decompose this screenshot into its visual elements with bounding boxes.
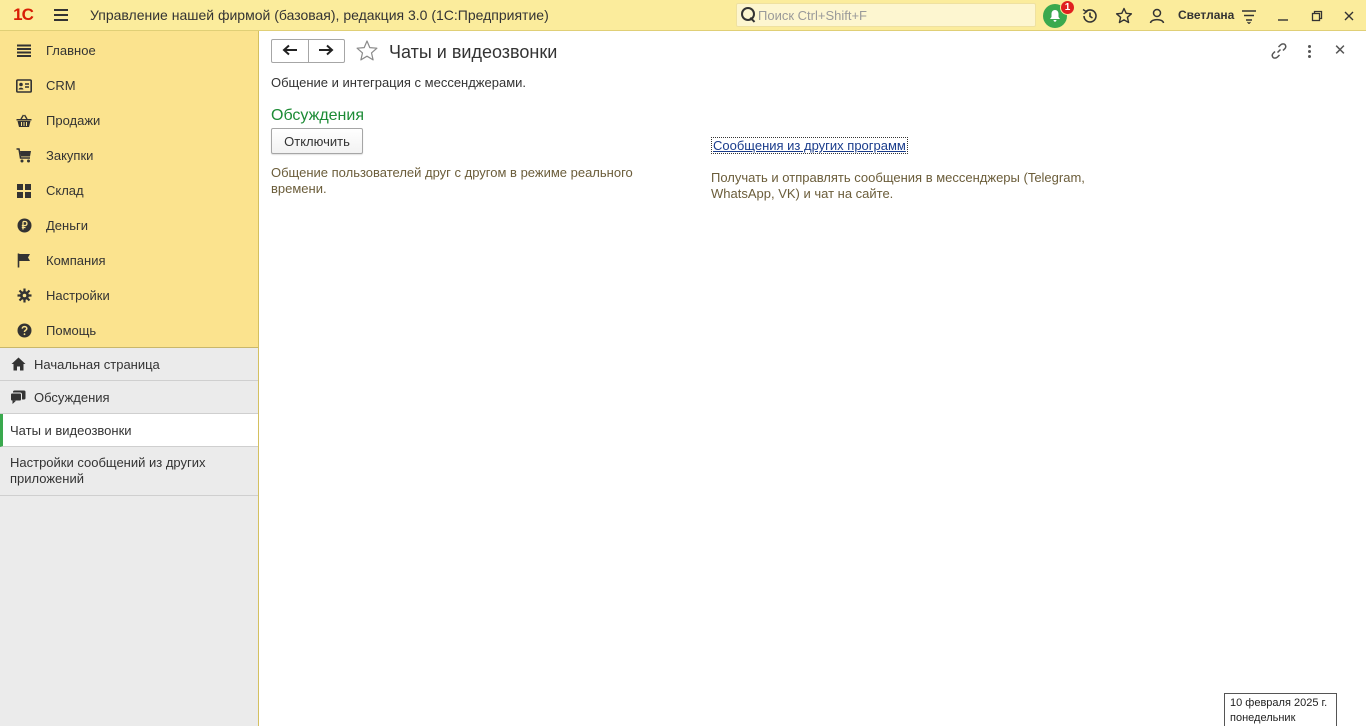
restore-icon[interactable]: [1307, 0, 1327, 31]
other-apps-description: Получать и отправлять сообщения в мессен…: [711, 170, 1085, 201]
back-button[interactable]: [272, 40, 308, 62]
more-actions-icon[interactable]: [1302, 42, 1316, 60]
weekday-text: понедельник: [1230, 712, 1296, 724]
app-logo-text: 1С: [13, 5, 34, 24]
section-label: Главное: [46, 43, 96, 58]
date-text: 10 февраля 2025 г.: [1230, 697, 1328, 709]
top-bar: 1С Управление нашей фирмой (базовая), ре…: [0, 0, 1366, 31]
section-warehouse[interactable]: Склад: [0, 173, 258, 208]
discussions-description: Общение пользователей друг с другом в ре…: [271, 165, 633, 196]
section-label: Продажи: [46, 113, 101, 128]
section-crm[interactable]: CRM: [0, 68, 258, 103]
section-label: Помощь: [46, 323, 97, 338]
settings-menu-icon[interactable]: [1239, 0, 1259, 31]
contact-card-icon: [16, 78, 32, 94]
open-window-label: Обсуждения: [34, 389, 110, 405]
main-content: Чаты и видеозвонки ✕ Общение и интеграци…: [260, 31, 1366, 726]
section-label: Деньги: [46, 218, 88, 233]
sidebar: Главное CRM Продажи Закупки Склад Деньги…: [0, 31, 259, 726]
discussions-group-title: Обсуждения: [271, 107, 364, 124]
favorites-star-icon[interactable]: [1112, 0, 1136, 31]
section-label: Закупки: [46, 148, 94, 163]
section-label: Склад: [46, 183, 84, 198]
flag-icon: [16, 253, 32, 269]
add-to-favorites-star-icon[interactable]: [355, 39, 379, 63]
open-windows-list: Начальная страница Обсуждения Чаты и вид…: [0, 348, 258, 496]
close-form-icon[interactable]: ✕: [1332, 42, 1348, 60]
chat-icon: [10, 389, 26, 405]
section-sales[interactable]: Продажи: [0, 103, 258, 138]
section-money[interactable]: Деньги: [0, 208, 258, 243]
open-window-chats-active[interactable]: Чаты и видеозвонки: [0, 414, 258, 447]
user-name[interactable]: Светлана: [1178, 8, 1234, 22]
other-apps-messages-link[interactable]: Сообщения из других программ: [711, 137, 908, 154]
open-window-discussions[interactable]: Обсуждения: [0, 381, 258, 414]
cart-icon: [16, 148, 32, 164]
user-icon[interactable]: [1146, 0, 1168, 31]
section-settings[interactable]: Настройки: [0, 278, 258, 313]
section-company[interactable]: Компания: [0, 243, 258, 278]
main-menu-icon[interactable]: [46, 0, 76, 31]
navigation-buttons: [271, 39, 345, 63]
bell-icon: 1: [1043, 0, 1075, 28]
notifications-button[interactable]: 1: [1042, 0, 1075, 31]
section-label: Настройки: [46, 288, 110, 303]
help-icon: [16, 323, 32, 339]
open-window-label: Настройки сообщений из других приложений: [10, 455, 206, 486]
search-icon[interactable]: [738, 4, 758, 26]
gear-icon: [16, 288, 32, 304]
section-label: Компания: [46, 253, 106, 268]
forward-button[interactable]: [307, 40, 345, 62]
link-icon[interactable]: [1270, 42, 1288, 60]
sections-panel: Главное CRM Продажи Закупки Склад Деньги…: [0, 31, 258, 348]
app-logo[interactable]: 1С: [0, 0, 46, 31]
page-title: Чаты и видеозвонки: [389, 42, 558, 62]
app-title: Управление нашей фирмой (базовая), редак…: [90, 7, 549, 23]
arrow-right-icon: [318, 44, 334, 59]
minimize-icon[interactable]: [1273, 0, 1293, 31]
section-help[interactable]: Помощь: [0, 313, 258, 348]
list-icon: [16, 43, 32, 59]
home-icon: [10, 356, 26, 372]
section-label: CRM: [46, 78, 76, 93]
arrow-left-icon: [282, 44, 298, 59]
section-purchases[interactable]: Закупки: [0, 138, 258, 173]
open-window-home[interactable]: Начальная страница: [0, 348, 258, 381]
close-window-icon[interactable]: [1339, 0, 1359, 31]
ruble-icon: [16, 218, 32, 234]
open-window-label: Начальная страница: [34, 356, 160, 372]
open-window-label: Чаты и видеозвонки: [10, 422, 132, 438]
search-input[interactable]: [758, 7, 1028, 23]
grid-icon: [16, 183, 32, 199]
search-box[interactable]: [736, 3, 1036, 27]
page-subtitle: Общение и интеграция с мессенджерами.: [271, 75, 527, 90]
open-window-message-settings[interactable]: Настройки сообщений из других приложений: [0, 447, 258, 496]
disable-button[interactable]: Отключить: [271, 128, 363, 154]
section-main[interactable]: Главное: [0, 33, 258, 68]
basket-icon: [16, 113, 32, 129]
notification-badge: 1: [1060, 0, 1075, 15]
history-icon[interactable]: [1078, 0, 1102, 31]
date-tooltip: 10 февраля 2025 г. понедельник: [1224, 693, 1337, 726]
